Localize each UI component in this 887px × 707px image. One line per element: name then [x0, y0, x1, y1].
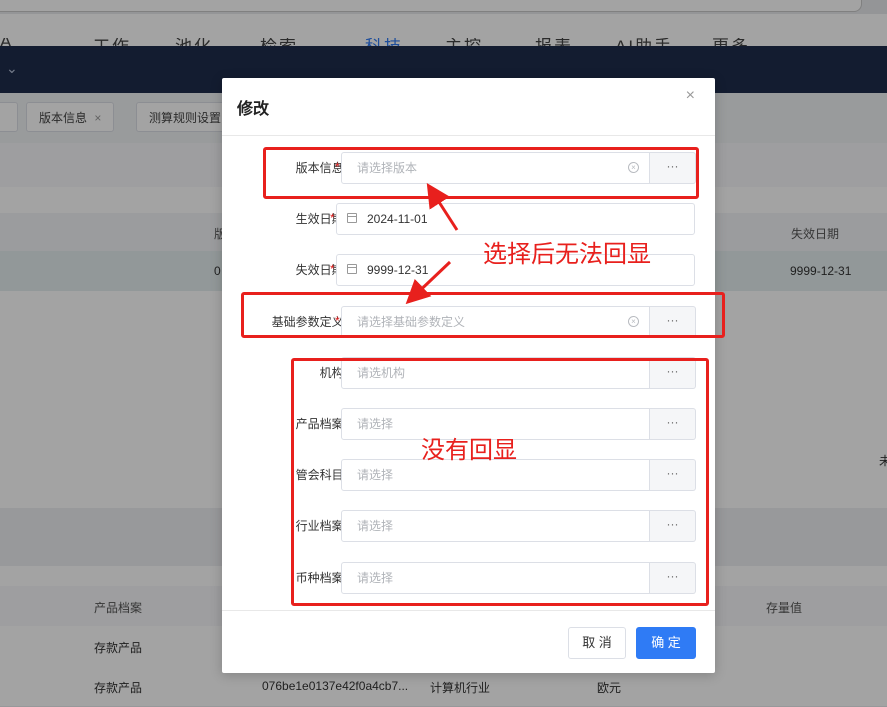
arrow-to-version — [426, 182, 459, 231]
annotation-arrows — [405, 182, 459, 305]
annotation-text-no-echo-after-select: 选择后无法回显 — [483, 240, 651, 268]
arrow-to-base-param — [405, 260, 452, 305]
annotation-text-no-echo: 没有回显 — [421, 436, 517, 464]
